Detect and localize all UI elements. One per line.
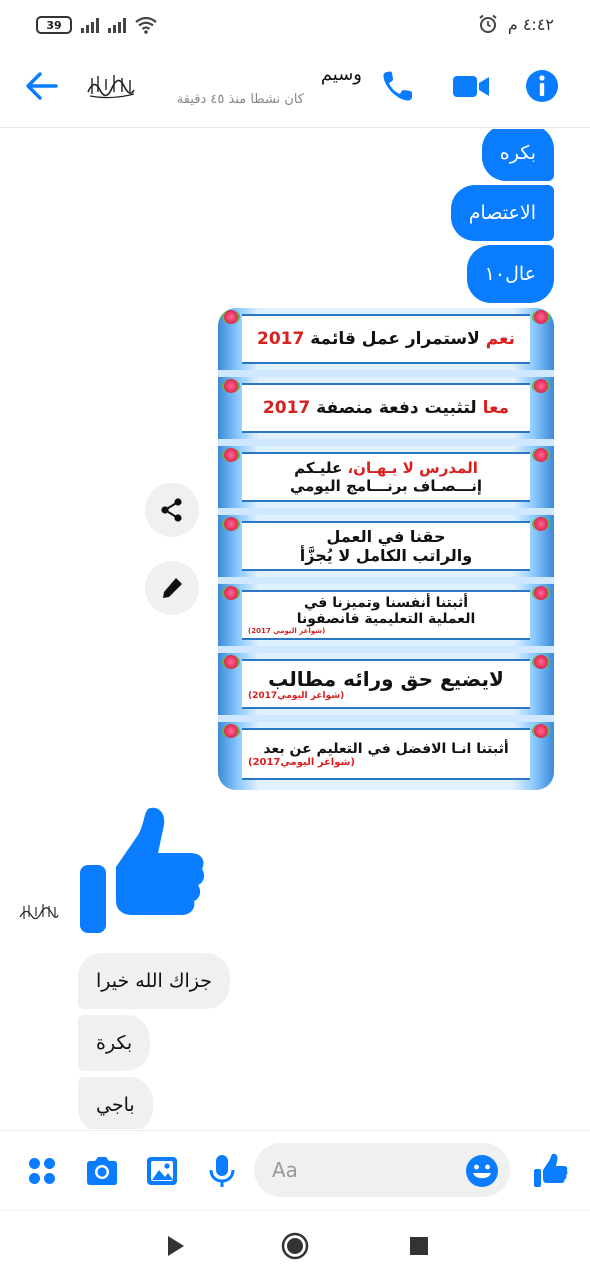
message-thread[interactable]: بكره الاعتصام عال١٠ نعم لاستمرار عمل قائ… bbox=[0, 129, 590, 1129]
poster-text: لايضيع حق ورائه مطالب bbox=[268, 667, 504, 691]
poster-strip: أثبتنا انـا الافضل في التعليم عن بعد (شو… bbox=[218, 722, 554, 790]
large-like-icon[interactable] bbox=[78, 805, 206, 935]
poster-text: لتثبيت دفعة منصفة bbox=[310, 398, 483, 418]
home-circle-icon[interactable] bbox=[280, 1231, 310, 1261]
contact-active-status: كان نشطا منذ ٤٥ دقيقة bbox=[176, 92, 304, 107]
contact-avatar-small[interactable] bbox=[18, 901, 60, 923]
video-icon[interactable] bbox=[452, 68, 490, 104]
incoming-message[interactable]: جزاك الله خيرا bbox=[78, 953, 231, 1009]
contact-avatar[interactable] bbox=[84, 70, 138, 100]
incoming-message[interactable]: بكرة bbox=[78, 1015, 151, 1071]
apps-icon[interactable] bbox=[24, 1153, 60, 1189]
poster-year: 2017 bbox=[262, 398, 311, 418]
poster-text: أثبتنا أنفسنا وتميزنا في bbox=[303, 595, 469, 611]
poster-text-line2: والراتب الكامل لا يُجزَّأ bbox=[299, 546, 473, 565]
outgoing-message[interactable]: الاعتصام bbox=[450, 185, 554, 241]
poster-strip: أثبتنا أنفسنا وتميزنا في العملية التعليم… bbox=[218, 584, 554, 646]
status-bar: 39 ٤:٤٢ م bbox=[0, 0, 590, 56]
like-icon[interactable] bbox=[532, 1153, 568, 1189]
back-arrow-icon[interactable] bbox=[22, 68, 62, 104]
outgoing-message[interactable]: عال١٠ bbox=[466, 245, 554, 303]
share-button[interactable] bbox=[145, 483, 199, 537]
poster-tag: (شواغر اليومي 2017) bbox=[248, 627, 326, 635]
back-triangle-icon[interactable] bbox=[160, 1231, 190, 1261]
poster-text: عليـكم bbox=[294, 459, 348, 477]
conversation-header: وسيم كان نشطا منذ ٤٥ دقيقة bbox=[0, 56, 590, 128]
poster-strip: معا لتثبيت دفعة منصفة 2017 bbox=[218, 377, 554, 439]
poster-text: حقنا في العمل bbox=[326, 527, 446, 546]
poster-text-line2: العملية التعليمية فانصفونا bbox=[296, 611, 476, 627]
contact-name[interactable]: وسيم bbox=[158, 64, 362, 85]
battery-icon: 39 bbox=[36, 16, 72, 34]
wifi-icon bbox=[135, 16, 157, 34]
status-time-group: ٤:٤٢ م bbox=[478, 14, 554, 34]
poster-tag: (شواغر اليومي2017) bbox=[248, 756, 355, 768]
clock: ٤:٤٢ م bbox=[507, 14, 554, 34]
message-composer bbox=[0, 1130, 590, 1210]
poster-text: أثبتنا انـا الافضل في التعليم عن بعد bbox=[263, 740, 509, 757]
poster-strip: لايضيع حق ورائه مطالب (شواغر اليومي2017) bbox=[218, 653, 554, 715]
mic-icon[interactable] bbox=[204, 1153, 240, 1189]
recents-square-icon[interactable] bbox=[404, 1231, 434, 1261]
share-icon bbox=[161, 498, 182, 522]
status-indicators: 39 bbox=[36, 16, 157, 34]
poster-year: 2017 bbox=[257, 329, 305, 349]
poster-text: لاستمرار عمل قائمة bbox=[304, 329, 486, 349]
info-icon[interactable] bbox=[524, 68, 560, 104]
outgoing-message[interactable]: بكره bbox=[481, 129, 554, 181]
emoji-icon[interactable] bbox=[464, 1153, 500, 1189]
shared-image-poster[interactable]: نعم لاستمرار عمل قائمة 2017 معا لتثبيت د… bbox=[218, 308, 554, 790]
camera-icon[interactable] bbox=[84, 1153, 120, 1189]
poster-red-text: نعم bbox=[485, 329, 516, 349]
poster-red-text: المدرس لا يـهـان، bbox=[347, 459, 478, 477]
incoming-message[interactable]: باجي bbox=[78, 1077, 153, 1129]
gallery-icon[interactable] bbox=[144, 1153, 180, 1189]
poster-strip: نعم لاستمرار عمل قائمة 2017 bbox=[218, 308, 554, 370]
edit-icon bbox=[163, 578, 182, 598]
system-navigation-bar bbox=[0, 1210, 590, 1280]
signal-icon-2 bbox=[108, 17, 126, 33]
poster-tag: (شواغر اليومي2017) bbox=[248, 691, 345, 701]
poster-red-text: معا bbox=[482, 398, 510, 418]
phone-icon[interactable] bbox=[380, 68, 416, 104]
poster-strip: حقنا في العمل والراتب الكامل لا يُجزَّأ bbox=[218, 515, 554, 577]
signal-icon bbox=[81, 17, 99, 33]
poster-text-line2: إنـــصـاف برنـــامج اليومي bbox=[289, 477, 483, 495]
battery-level: 39 bbox=[46, 18, 62, 32]
poster-strip: المدرس لا يـهـان، عليـكم إنـــصـاف برنــ… bbox=[218, 446, 554, 508]
edit-button[interactable] bbox=[145, 561, 199, 615]
alarm-icon bbox=[479, 14, 497, 33]
